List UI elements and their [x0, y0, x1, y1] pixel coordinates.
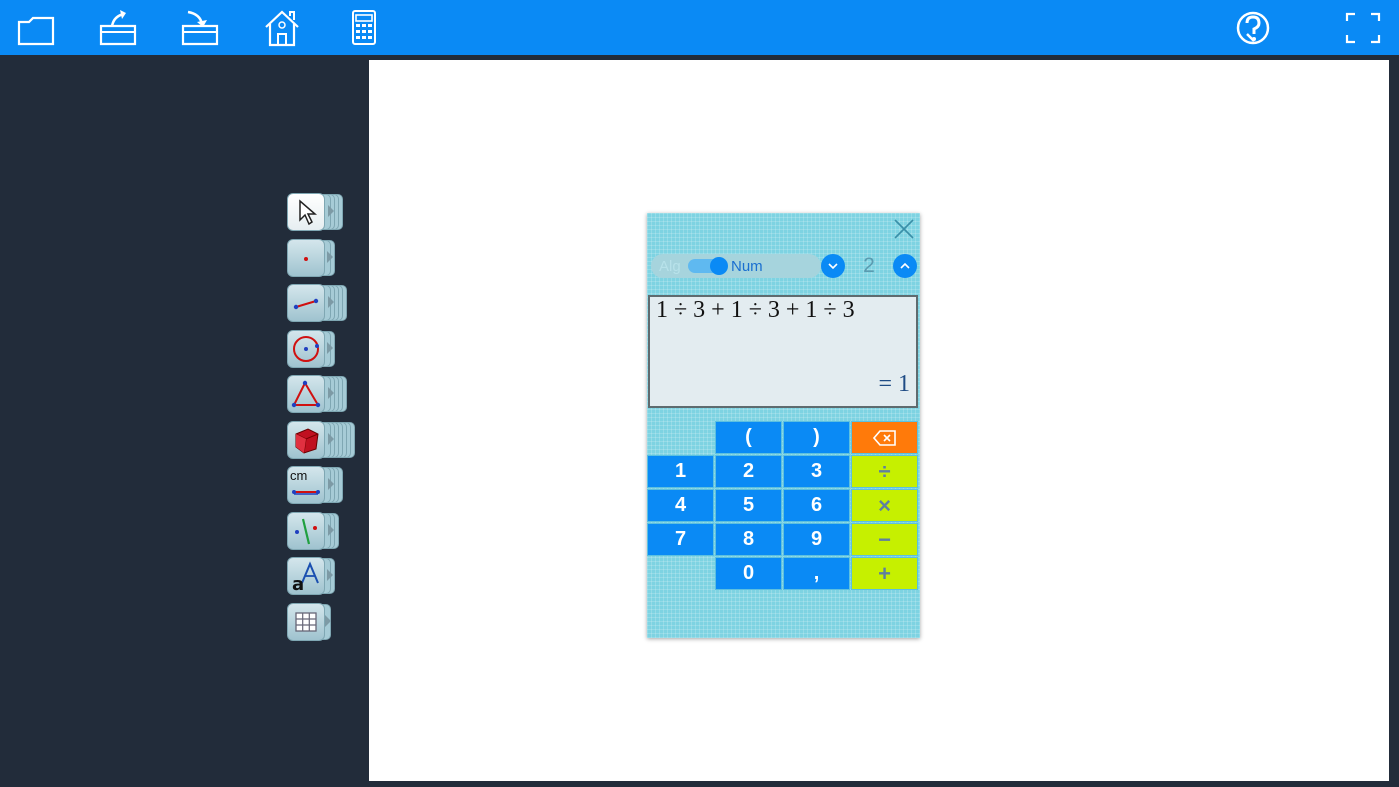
- solid-tool[interactable]: [287, 421, 355, 459]
- key-7[interactable]: 7: [647, 523, 714, 556]
- open-file-button[interactable]: [98, 8, 138, 48]
- calculator-button[interactable]: [344, 8, 384, 48]
- chevron-down-icon: [828, 263, 838, 270]
- key-multiply[interactable]: ×: [851, 489, 918, 522]
- key-0[interactable]: 0: [715, 557, 782, 590]
- key-9[interactable]: 9: [783, 523, 850, 556]
- segment-tool[interactable]: [287, 284, 349, 322]
- key-6[interactable]: 6: [783, 489, 850, 522]
- measure-tool[interactable]: cm: [287, 466, 343, 504]
- result-text: = 1: [878, 371, 910, 397]
- calculator-display[interactable]: 1 ÷ 3 + 1 ÷ 3 + 1 ÷ 3 = 1: [648, 295, 918, 408]
- text-tool-icon: a: [292, 561, 319, 591]
- table-tool-icon: [295, 612, 317, 632]
- open-file-icon: [99, 10, 137, 46]
- calculator-icon: [352, 10, 376, 45]
- key-2[interactable]: 2: [715, 455, 782, 488]
- svg-text:a: a: [292, 574, 304, 591]
- top-toolbar: [0, 0, 1399, 55]
- chevron-up-icon: [900, 262, 910, 269]
- key-3[interactable]: 3: [783, 455, 850, 488]
- key-open-paren[interactable]: (: [715, 421, 782, 454]
- segment-tool-icon: [293, 298, 319, 310]
- home-icon: [265, 10, 299, 47]
- key-add[interactable]: +: [851, 557, 918, 590]
- mode-toggle-knob: [710, 257, 728, 275]
- pointer-tool-icon: [299, 199, 318, 226]
- table-tool[interactable]: [287, 603, 333, 641]
- solid-tool-icon: [295, 428, 319, 454]
- key-backspace[interactable]: [851, 421, 918, 454]
- fullscreen-button[interactable]: [1343, 8, 1383, 48]
- mode-toggle[interactable]: [688, 257, 728, 275]
- precision-decrease-button[interactable]: [821, 254, 845, 278]
- new-file-button[interactable]: [16, 8, 56, 48]
- close-icon[interactable]: [892, 217, 916, 241]
- triangle-tool[interactable]: [287, 375, 347, 413]
- mode-switch-group: Alg Num: [651, 254, 821, 278]
- key-5[interactable]: 5: [715, 489, 782, 522]
- home-button[interactable]: [262, 8, 302, 48]
- pointer-tool[interactable]: [287, 193, 343, 231]
- new-file-icon: [17, 16, 55, 46]
- circle-tool-icon: [293, 336, 319, 362]
- num-mode-label[interactable]: Num: [731, 258, 763, 275]
- point-tool[interactable]: [287, 239, 337, 277]
- alg-mode-label[interactable]: Alg: [659, 258, 681, 275]
- circle-tool[interactable]: [287, 330, 337, 368]
- keypad: ( ) 1 2 3 ÷ 4 5 6 × 7 8 9 − 0 , +: [647, 421, 920, 593]
- save-file-button[interactable]: [180, 8, 220, 48]
- text-tool[interactable]: a: [287, 557, 335, 595]
- key-subtract[interactable]: −: [851, 523, 918, 556]
- triangle-tool-icon: [291, 380, 321, 408]
- precision-value: 2: [863, 254, 875, 277]
- key-divide[interactable]: ÷: [851, 455, 918, 488]
- point-tool-icon: [304, 257, 308, 261]
- key-4[interactable]: 4: [647, 489, 714, 522]
- mode-row: Alg Num 2: [651, 254, 917, 278]
- key-comma[interactable]: ,: [783, 557, 850, 590]
- key-1[interactable]: 1: [647, 455, 714, 488]
- precision-increase-button[interactable]: [893, 254, 917, 278]
- symmetry-tool-icon: [295, 518, 317, 545]
- key-close-paren[interactable]: ): [783, 421, 850, 454]
- symmetry-tool[interactable]: [287, 512, 339, 550]
- measure-tool-icon: [292, 490, 320, 495]
- key-8[interactable]: 8: [715, 523, 782, 556]
- calculator-panel: Alg Num 2 1 ÷ 3 + 1 ÷ 3 + 1 ÷ 3 = 1 ( ) …: [647, 213, 920, 638]
- fullscreen-icon: [1345, 12, 1381, 44]
- save-file-icon: [181, 10, 219, 46]
- help-icon: [1236, 11, 1270, 45]
- help-button[interactable]: [1233, 8, 1273, 48]
- backspace-icon: [872, 429, 896, 446]
- expression-text: 1 ÷ 3 + 1 ÷ 3 + 1 ÷ 3: [656, 297, 855, 323]
